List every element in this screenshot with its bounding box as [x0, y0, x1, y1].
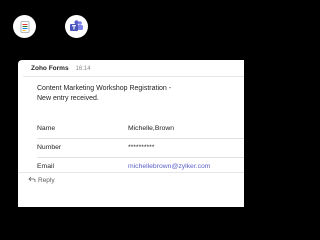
field-label-name: Name: [37, 125, 56, 132]
message-header: Zoho Forms 16:14: [31, 65, 91, 72]
message-time: 16:14: [75, 66, 91, 72]
field-value-number: **********: [128, 144, 155, 151]
field-row-name: Name Michelle,Brown: [37, 120, 244, 139]
card-title: Content Marketing Workshop Registration …: [37, 84, 171, 104]
microsoft-teams-app-icon[interactable]: [65, 15, 88, 38]
reply-bar: Reply: [18, 172, 244, 207]
card-title-line-1: Content Marketing Workshop Registration …: [37, 85, 172, 92]
field-label-number: Number: [37, 144, 62, 151]
reply-button[interactable]: Reply: [28, 176, 55, 185]
zoho-forms-app-icon[interactable]: [13, 15, 36, 38]
card-title-line-2: New entry received.: [37, 95, 99, 102]
field-label-email: Email: [37, 163, 54, 170]
sender-name: Zoho Forms: [31, 65, 69, 72]
field-value-name: Michelle,Brown: [128, 125, 175, 132]
email-link[interactable]: michellebrown@zylker.com: [128, 163, 210, 170]
adaptive-card: Content Marketing Workshop Registration …: [23, 76, 244, 176]
reply-label: Reply: [38, 177, 55, 184]
field-row-number: Number **********: [37, 139, 244, 158]
message-card: Zoho Forms 16:14 Content Marketing Works…: [18, 60, 244, 207]
reply-arrow-icon: [28, 176, 36, 185]
